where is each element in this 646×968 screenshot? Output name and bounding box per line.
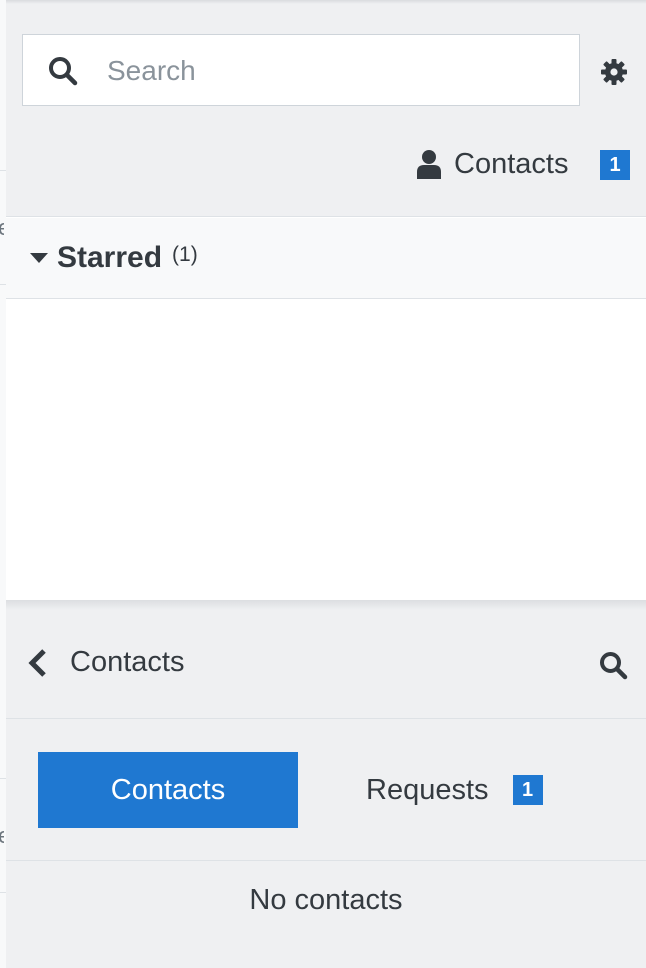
search-icon — [49, 57, 78, 86]
starred-section-toggle[interactable]: Starred (1) — [6, 218, 646, 299]
contacts-link[interactable]: Contacts — [416, 144, 568, 184]
contact-requests-badge: 1 — [600, 150, 630, 180]
user-icon — [417, 150, 441, 179]
page-title: Contacts — [70, 646, 185, 678]
tab-requests-label: Requests — [366, 773, 489, 806]
header-shadow — [6, 600, 646, 610]
tab-requests[interactable]: Requests 1 — [326, 752, 566, 828]
caret-down-icon — [30, 253, 48, 263]
contacts-header: Contacts — [6, 610, 646, 719]
drawer-header: Contacts 1 — [6, 0, 646, 217]
background-text-fragment: e — [0, 828, 4, 844]
chevron-left-icon[interactable] — [26, 648, 50, 678]
header-shadow — [6, 0, 646, 4]
requests-badge: 1 — [512, 775, 543, 805]
empty-state-message: No contacts — [249, 884, 403, 916]
divider — [6, 860, 646, 861]
starred-count: (1) — [172, 243, 198, 266]
search-icon[interactable] — [598, 650, 628, 680]
search-input[interactable] — [105, 47, 559, 95]
starred-label: Starred — [57, 241, 163, 274]
background-text-fragment: e — [0, 220, 4, 236]
contacts-panel: Contacts Contacts Requests 1 No contacts — [6, 600, 646, 968]
gear-icon[interactable] — [600, 58, 628, 86]
drawer-overview-panel: Contacts 1 Starred (1) — [6, 0, 646, 600]
contacts-link-label: Contacts — [454, 147, 569, 180]
tab-contacts[interactable]: Contacts — [38, 752, 298, 828]
search-box[interactable] — [22, 34, 580, 106]
